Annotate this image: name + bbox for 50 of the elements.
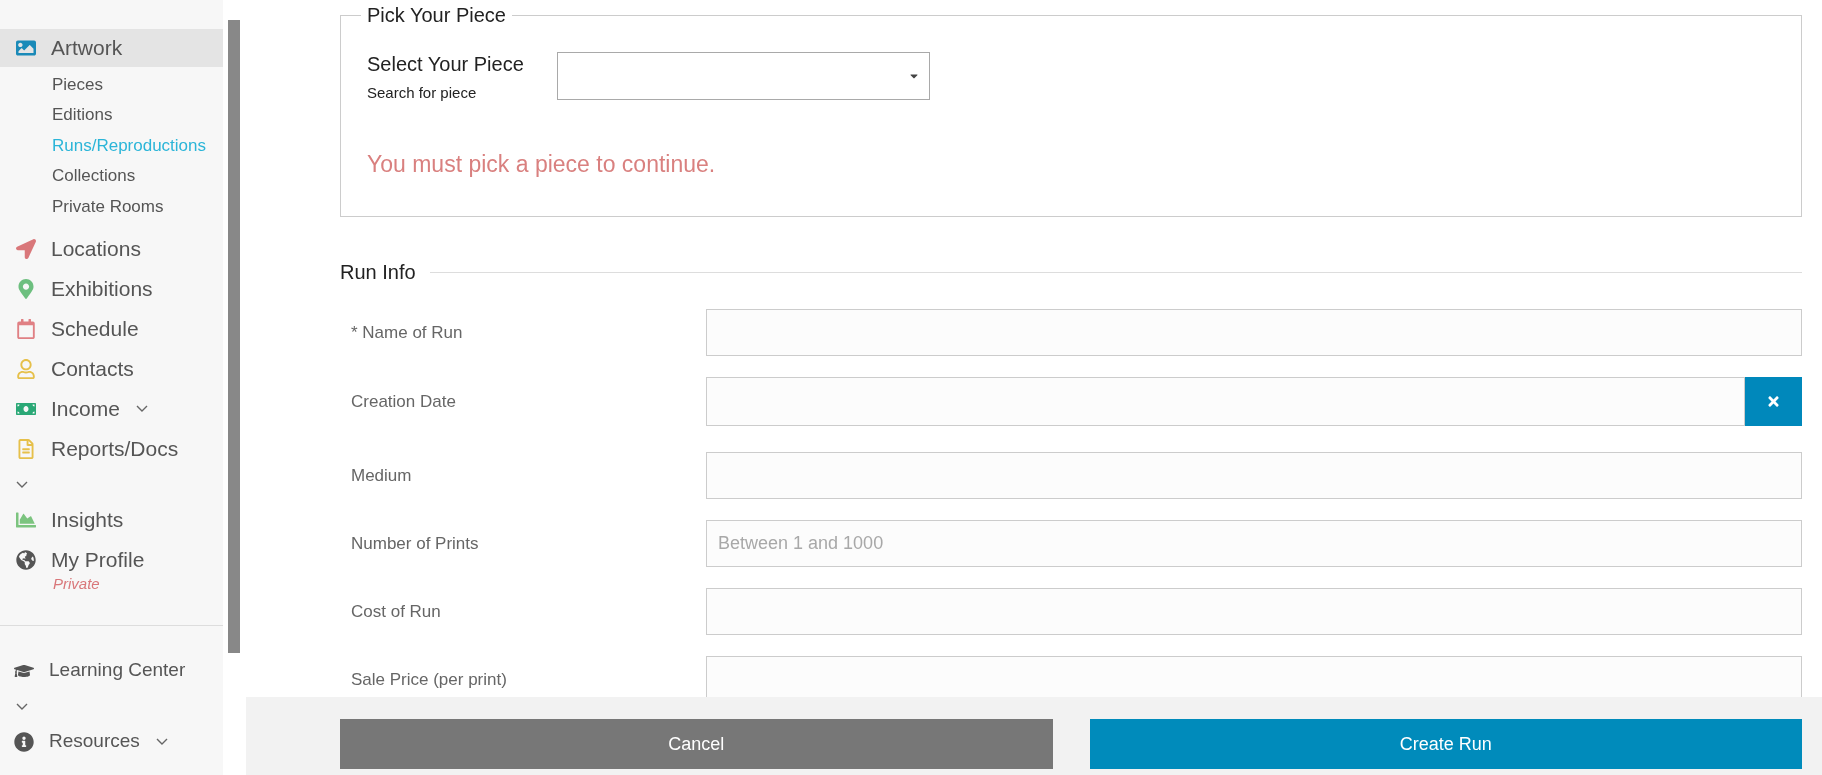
info-icon <box>14 731 34 752</box>
chevron-down-icon[interactable] <box>16 480 28 488</box>
user-icon <box>16 358 36 379</box>
nav-link[interactable]: Reports/Docs <box>0 428 179 469</box>
select-label: Select Your Piece <box>367 52 524 76</box>
nav-link[interactable]: Schedule <box>0 308 139 349</box>
cancel-button[interactable]: Cancel <box>340 719 1053 769</box>
input-field[interactable] <box>706 452 1802 499</box>
nav-link[interactable]: Resources <box>0 721 140 762</box>
globe-icon <box>16 549 36 570</box>
field-label: Medium <box>351 465 412 485</box>
calendar-icon <box>16 318 36 339</box>
field-label: Cost of Run <box>351 601 441 621</box>
date-field[interactable] <box>706 377 1745 426</box>
nav-link[interactable]: Exhibitions <box>0 268 153 309</box>
input-field[interactable] <box>706 309 1802 356</box>
chevron-down-icon[interactable] <box>135 405 148 412</box>
close-icon <box>1766 394 1781 409</box>
nav-link[interactable]: Locations <box>0 228 141 269</box>
input-field[interactable]: Between 1 and 1000 <box>706 520 1802 567</box>
picture-icon <box>16 38 36 58</box>
input-field[interactable] <box>706 656 1802 697</box>
nav-link[interactable]: Artwork <box>0 29 223 67</box>
nav-sublink[interactable]: Collections <box>52 160 136 191</box>
map-pin-icon <box>16 278 36 299</box>
field-label: Sale Price (per print) <box>351 669 507 689</box>
nav-sublink[interactable]: Pieces <box>52 69 104 100</box>
document-icon <box>16 438 36 459</box>
input-field[interactable] <box>706 588 1802 635</box>
nav-link[interactable]: Insights <box>0 499 124 540</box>
nav-sublink[interactable]: Editions <box>52 99 113 130</box>
field-label: Number of Prints <box>351 533 479 553</box>
section-title: Run Info <box>340 260 416 284</box>
create-button[interactable]: Create Run <box>1089 719 1802 769</box>
field-label: Creation Date <box>351 391 456 411</box>
chevron-down-icon[interactable] <box>155 738 168 745</box>
select-hint: Search for piece <box>367 83 477 103</box>
error-message: You must pick a piece to continue. <box>367 151 716 177</box>
scrollbar-thumb[interactable] <box>228 20 240 653</box>
nav-sublink[interactable]: Private Rooms <box>52 191 164 222</box>
panel-legend: Pick Your Piece <box>361 3 512 27</box>
clear-button[interactable] <box>1745 377 1802 426</box>
location-arrow-icon <box>16 238 36 259</box>
nav-link[interactable]: Income <box>0 388 120 429</box>
chevron-down-icon[interactable] <box>16 702 28 710</box>
piece-dropdown[interactable] <box>557 52 930 100</box>
nav-link[interactable]: Contacts <box>0 348 134 389</box>
profile-status: Private <box>53 573 100 594</box>
field-label: * Name of Run <box>351 322 463 342</box>
nav-link[interactable]: Learning Center <box>0 650 186 691</box>
